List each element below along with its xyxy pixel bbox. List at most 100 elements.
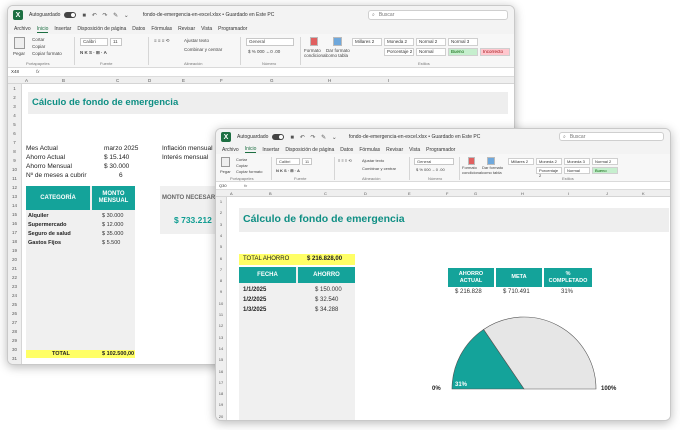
column-header[interactable]: G xyxy=(270,78,274,83)
row-header[interactable]: 9 xyxy=(8,158,21,163)
style-bueno[interactable]: Bueno xyxy=(448,48,478,56)
quick-access-icons[interactable]: ■ ↶ ↷ ✎ ⌄ xyxy=(82,12,130,19)
name-box[interactable]: X48 xyxy=(11,69,19,74)
row-header[interactable]: 13 xyxy=(216,335,226,340)
style-normal[interactable]: Normal xyxy=(416,48,446,56)
cut-button[interactable]: Cortar xyxy=(32,37,45,42)
row-header[interactable]: 21 xyxy=(8,266,21,271)
number-format-icons[interactable]: $ % 000 ←0 .00 xyxy=(248,49,280,54)
row-header[interactable]: 14 xyxy=(8,203,21,208)
column-header[interactable]: I xyxy=(568,191,569,196)
row-header[interactable]: 6 xyxy=(8,131,21,136)
row-header[interactable]: 20 xyxy=(8,257,21,262)
style-bueno[interactable]: Bueno xyxy=(592,167,618,174)
font-name-select[interactable]: Calibri xyxy=(276,158,300,165)
row-header[interactable]: 15 xyxy=(8,212,21,217)
function-icon[interactable]: fx xyxy=(244,183,247,188)
row-header[interactable]: 23 xyxy=(8,284,21,289)
column-header[interactable]: D xyxy=(148,78,151,83)
column-header[interactable]: B xyxy=(62,78,65,83)
tab-archivo[interactable]: Archivo xyxy=(222,147,239,153)
format-painter-button[interactable]: Copiar formato xyxy=(236,169,262,174)
conditional-format-button[interactable]: Formato condicional xyxy=(304,48,327,58)
row-header[interactable]: 17 xyxy=(216,380,226,385)
row-header[interactable]: 25 xyxy=(8,302,21,307)
column-header[interactable]: K xyxy=(642,191,645,196)
tab-inicio[interactable]: Inicio xyxy=(36,26,49,33)
row-header[interactable]: 19 xyxy=(8,248,21,253)
tab-formulas[interactable]: Fórmulas xyxy=(359,147,380,153)
paste-button[interactable]: Pegar xyxy=(13,51,25,56)
column-header[interactable]: A xyxy=(25,78,28,83)
autosave-toggle[interactable] xyxy=(272,134,285,140)
wrap-text-button[interactable]: Ajustar texto xyxy=(362,158,384,163)
tab-disposicion[interactable]: Disposición de página xyxy=(77,26,126,32)
row-header[interactable]: 12 xyxy=(8,185,21,190)
row-header[interactable]: 3 xyxy=(8,104,21,109)
row-header[interactable]: 3 xyxy=(216,222,226,227)
column-header[interactable]: F xyxy=(446,191,448,196)
column-header[interactable]: A xyxy=(230,191,233,196)
tab-insertar[interactable]: Insertar xyxy=(262,147,279,153)
number-format-select[interactable]: General xyxy=(246,38,294,46)
font-name-select[interactable]: Calibri xyxy=(80,38,108,46)
table-format-button[interactable]: Dar formato como tabla xyxy=(482,165,504,175)
column-header[interactable]: B xyxy=(269,191,272,196)
row-header[interactable]: 24 xyxy=(8,293,21,298)
row-header[interactable]: 6 xyxy=(216,256,226,261)
align-icons[interactable]: ≡ ≡ ≡ ⟲ xyxy=(338,158,352,163)
row-header[interactable]: 10 xyxy=(8,167,21,172)
paste-button[interactable]: Pegar xyxy=(220,169,231,174)
row-header[interactable]: 5 xyxy=(8,122,21,127)
font-format-icons[interactable]: N K S · ⊞ · A xyxy=(80,50,107,56)
row-header[interactable]: 9 xyxy=(216,289,226,294)
style-normal-2[interactable]: Normal 2 xyxy=(592,158,618,165)
row-header[interactable]: 12 xyxy=(216,323,226,328)
row-header[interactable]: 13 xyxy=(8,194,21,199)
column-header[interactable]: H xyxy=(328,78,331,83)
name-box[interactable]: Q30 xyxy=(219,183,227,188)
row-header[interactable]: 10 xyxy=(216,301,226,306)
tab-formulas[interactable]: Fórmulas xyxy=(151,26,172,32)
row-header[interactable]: 28 xyxy=(8,329,21,334)
column-header[interactable]: E xyxy=(408,191,411,196)
row-header[interactable]: 8 xyxy=(8,149,21,154)
conditional-format-button[interactable]: Formato condicional xyxy=(462,165,482,175)
style-normal-3[interactable]: Normal 3 xyxy=(448,38,478,46)
search-input[interactable]: ⌕ Buscar xyxy=(368,10,508,20)
table-format-button[interactable]: Dar formato como tabla xyxy=(326,48,350,58)
column-header[interactable]: D xyxy=(364,191,367,196)
row-header[interactable]: 31 xyxy=(8,356,21,361)
paste-icon[interactable] xyxy=(221,157,230,167)
style-moneda-3[interactable]: Moneda 3 xyxy=(564,158,590,165)
style-porcentaje-2[interactable]: Porcentaje 2 xyxy=(536,167,562,178)
row-header[interactable]: 22 xyxy=(8,275,21,280)
row-header[interactable]: 19 xyxy=(216,402,226,407)
tab-datos[interactable]: Datos xyxy=(132,26,145,32)
function-icon[interactable]: fx xyxy=(36,69,40,74)
column-header[interactable]: J xyxy=(606,191,608,196)
tab-programador[interactable]: Programador xyxy=(218,26,247,32)
copy-button[interactable]: Copiar xyxy=(236,163,248,168)
row-header[interactable]: 2 xyxy=(8,95,21,100)
align-icons[interactable]: ≡ ≡ ≡ ⟲ xyxy=(154,38,169,44)
row-header[interactable]: 4 xyxy=(8,113,21,118)
row-header[interactable]: 1 xyxy=(8,86,21,91)
style-normal-2[interactable]: Normal 2 xyxy=(416,38,446,46)
font-format-icons[interactable]: N K S · ⊞ · A xyxy=(276,168,300,173)
tab-programador[interactable]: Programador xyxy=(426,147,455,153)
row-header[interactable]: 8 xyxy=(216,278,226,283)
merge-center-button[interactable]: Combinar y centrar xyxy=(184,47,222,52)
tab-disposicion[interactable]: Disposición de página xyxy=(285,147,334,153)
tab-datos[interactable]: Datos xyxy=(340,147,353,153)
wrap-text-button[interactable]: Ajustar texto xyxy=(184,38,209,43)
merge-center-button[interactable]: Combinar y centrar xyxy=(362,166,396,171)
row-header[interactable]: 5 xyxy=(216,244,226,249)
quick-access-icons[interactable]: ■ ↶ ↷ ✎ ⌄ xyxy=(290,134,338,141)
row-header[interactable]: 16 xyxy=(8,221,21,226)
search-input[interactable]: ⌕ Buscar xyxy=(559,132,664,141)
row-header[interactable]: 29 xyxy=(8,338,21,343)
row-header[interactable]: 26 xyxy=(8,311,21,316)
font-size-select[interactable]: 11 xyxy=(302,158,312,165)
row-header[interactable]: 7 xyxy=(216,267,226,272)
